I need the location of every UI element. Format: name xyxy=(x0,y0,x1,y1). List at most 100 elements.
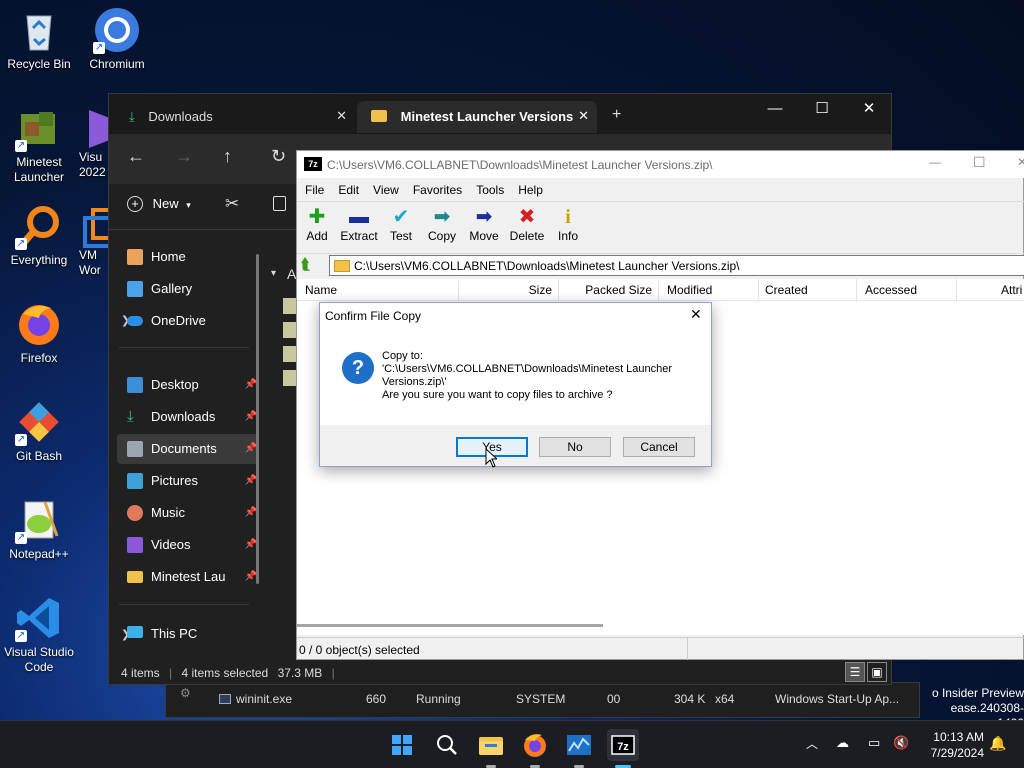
this-pc-icon xyxy=(127,626,143,638)
tiles-view-icon[interactable]: ▣ xyxy=(867,662,887,682)
sidebar-divider xyxy=(119,604,249,605)
desktop-icon-everything[interactable]: ↗ Everything xyxy=(1,202,77,268)
sevenzip-title-bar: 7z C:\Users\VM6.COLLABNET\Downloads\Mine… xyxy=(297,151,1024,178)
desktop-icon-label: Git Bash xyxy=(15,449,63,463)
sidebar-item-desktop[interactable]: Desktop 📌 xyxy=(117,370,259,400)
taskbar: 7z ︿ ☁ ▭ 🔇 10:13 AM 7/29/2024 🔔 xyxy=(0,720,1024,768)
clock[interactable]: 10:13 AM 7/29/2024 xyxy=(920,729,984,761)
close-tab-icon[interactable]: ✕ xyxy=(336,108,347,124)
sidebar-item-documents[interactable]: Documents 📌 xyxy=(117,434,259,464)
sidebar-item-minetest-folder[interactable]: Minetest Lau 📌 xyxy=(117,562,259,592)
menu-view[interactable]: View xyxy=(366,179,406,201)
task-manager-process-row[interactable]: ⚙ wininit.exe 660 Running SYSTEM 00 304 … xyxy=(166,686,921,709)
extract-button[interactable]: ▬ Extract xyxy=(336,205,382,243)
column-header-created[interactable]: Created xyxy=(757,279,857,301)
toolbar-label: Test xyxy=(389,229,412,243)
copy-button[interactable]: ➡ Copy xyxy=(419,205,465,243)
test-check-icon: ✔ xyxy=(392,206,410,228)
start-windows-icon[interactable] xyxy=(386,729,418,761)
process-status: Running xyxy=(416,692,461,706)
address-input[interactable]: C:\Users\VM6.COLLABNET\Downloads\Minetes… xyxy=(329,255,1024,276)
close-window-icon[interactable]: ✕ xyxy=(846,94,892,124)
up-arrow-icon[interactable]: ↑ xyxy=(223,146,232,167)
network-offline-icon[interactable]: ☁ xyxy=(836,735,849,751)
menu-help[interactable]: Help xyxy=(511,179,550,201)
forward-arrow-icon[interactable]: → xyxy=(175,146,193,167)
dialog-body: ? Copy to: 'C:\Users\VM6.COLLABNET\Downl… xyxy=(320,327,711,425)
desktop-icon-label: Visual Studio Code xyxy=(4,645,74,674)
sidebar-item-music[interactable]: Music 📌 xyxy=(117,498,259,528)
sidebar-item-pictures[interactable]: Pictures 📌 xyxy=(117,466,259,496)
monitor-icon[interactable]: ▭ xyxy=(868,735,880,751)
videos-folder-icon xyxy=(127,537,143,553)
file-explorer-icon[interactable] xyxy=(475,729,507,768)
details-view-icon[interactable]: ☰ xyxy=(845,662,865,682)
desktop-icon-chromium[interactable]: ↗ Chromium xyxy=(79,6,155,72)
maximize-icon[interactable]: ☐ xyxy=(973,154,986,171)
close-window-icon[interactable]: ✕ xyxy=(1017,155,1024,169)
info-button[interactable]: i Info xyxy=(545,205,591,243)
chevron-up-icon[interactable]: ︿ xyxy=(806,735,818,752)
confirm-file-copy-dialog: Confirm File Copy ✕ ? Copy to: 'C:\Users… xyxy=(319,302,712,467)
minimize-icon[interactable]: — xyxy=(752,94,798,124)
task-manager-icon[interactable] xyxy=(563,729,595,768)
cancel-button[interactable]: Cancel xyxy=(623,437,695,457)
sidebar-item-gallery[interactable]: Gallery xyxy=(117,274,259,304)
copy-icon[interactable] xyxy=(273,196,286,211)
move-button[interactable]: ➡ Move xyxy=(461,205,507,243)
column-header-modified[interactable]: Modified xyxy=(659,279,759,301)
no-button[interactable]: No xyxy=(539,437,611,457)
desktop-icon-minetest[interactable]: ↗ Minetest Launcher xyxy=(1,104,77,185)
sidebar-item-onedrive[interactable]: OneDrive xyxy=(117,306,259,336)
sidebar-item-this-pc[interactable]: This PC xyxy=(117,619,259,649)
minimize-icon[interactable]: — xyxy=(929,155,941,169)
desktop-icon-recycle-bin[interactable]: Recycle Bin xyxy=(1,6,77,72)
up-folder-icon[interactable]: ⮬ xyxy=(301,256,310,273)
desktop-icon-visual-studio[interactable]: Visu 2022 xyxy=(79,104,109,180)
sidebar-scrollbar[interactable] xyxy=(256,254,259,584)
add-button[interactable]: ✚ Add xyxy=(294,205,340,243)
column-header-name[interactable]: Name xyxy=(297,279,459,301)
refresh-icon[interactable]: ↻ xyxy=(271,146,286,167)
column-header-attributes[interactable]: Attri xyxy=(993,279,1024,301)
recycle-bin-icon xyxy=(15,6,63,54)
desktop-icon-vmware[interactable]: VM Wor xyxy=(79,202,109,278)
menu-file[interactable]: File xyxy=(298,179,331,201)
volume-muted-icon[interactable]: 🔇 xyxy=(893,735,909,751)
menu-edit[interactable]: Edit xyxy=(331,179,366,201)
column-header-size[interactable]: Size xyxy=(459,279,559,301)
test-button[interactable]: ✔ Test xyxy=(378,205,424,243)
tab-downloads[interactable]: ⤓ Downloads ✕ xyxy=(115,101,355,133)
back-arrow-icon[interactable]: ← xyxy=(127,146,145,167)
cut-icon[interactable]: ✂ xyxy=(225,194,239,214)
desktop-icon-label: Chromium xyxy=(89,57,145,71)
tab-minetest-launcher-versions[interactable]: Minetest Launcher Versions ✕ xyxy=(357,101,597,133)
menu-favorites[interactable]: Favorites xyxy=(406,179,469,201)
info-icon: i xyxy=(565,206,571,228)
close-tab-icon[interactable]: ✕ xyxy=(578,108,589,124)
7zip-icon[interactable]: 7z xyxy=(607,729,639,768)
desktop-icon-vscode[interactable]: ↗ Visual Studio Code xyxy=(1,594,77,675)
toolbar-label: Delete xyxy=(509,229,545,243)
sidebar-item-downloads[interactable]: ⤓ Downloads 📌 xyxy=(117,402,259,432)
notification-bell-icon[interactable]: 🔔 xyxy=(989,735,1006,752)
delete-button[interactable]: ✖ Delete xyxy=(504,205,550,243)
menu-tools[interactable]: Tools xyxy=(469,179,511,201)
horizontal-scrollbar[interactable] xyxy=(297,624,603,627)
desktop-icon-notepad-plus-plus[interactable]: ↗ Notepad++ xyxy=(1,496,77,562)
new-tab-icon[interactable]: + xyxy=(612,106,621,124)
task-manager-window-background: ⚙ wininit.exe 660 Running SYSTEM 00 304 … xyxy=(165,682,920,718)
firefox-icon[interactable] xyxy=(519,729,551,768)
close-dialog-icon[interactable]: ✕ xyxy=(690,306,702,323)
pictures-folder-icon xyxy=(127,473,143,489)
desktop-icon-firefox[interactable]: Firefox xyxy=(1,300,77,366)
message-line: Copy to: xyxy=(382,350,423,362)
desktop-icon-git-bash[interactable]: ↗ Git Bash xyxy=(1,398,77,464)
maximize-icon[interactable]: ☐ xyxy=(799,94,845,124)
search-icon[interactable] xyxy=(431,729,463,761)
sidebar-item-videos[interactable]: Videos 📌 xyxy=(117,530,259,560)
new-button[interactable]: + New ▾ xyxy=(127,196,191,212)
column-header-accessed[interactable]: Accessed xyxy=(857,279,957,301)
column-header-packed-size[interactable]: Packed Size xyxy=(559,279,659,301)
sidebar-item-home[interactable]: Home xyxy=(117,242,259,272)
